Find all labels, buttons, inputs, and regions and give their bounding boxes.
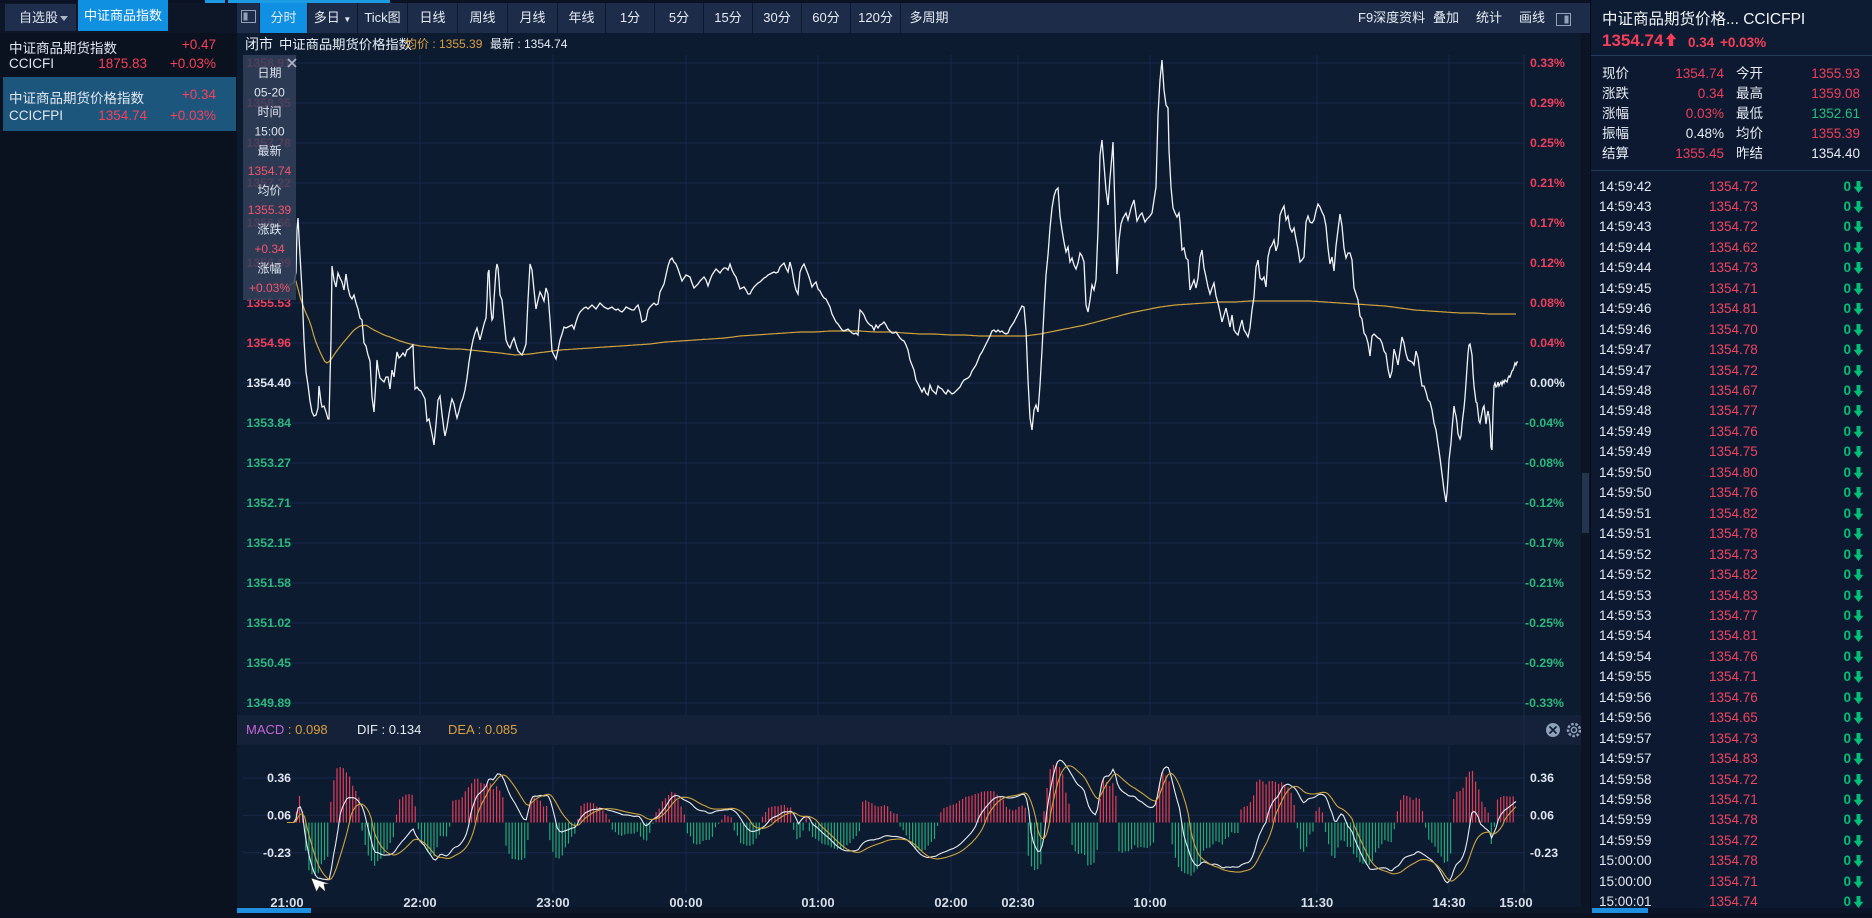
svg-text:0.36: 0.36 bbox=[267, 771, 291, 785]
svg-text:-0.08%: -0.08% bbox=[1525, 456, 1564, 470]
svg-text:0.08%: 0.08% bbox=[1530, 296, 1565, 310]
svg-text:最新: 最新 bbox=[257, 143, 281, 158]
svg-text:最新 : 1354.74: 最新 : 1354.74 bbox=[490, 36, 568, 51]
svg-text:MACD : 0.098: MACD : 0.098 bbox=[246, 722, 328, 737]
svg-text:日期: 日期 bbox=[257, 66, 281, 80]
svg-text:1355.39: 1355.39 bbox=[248, 203, 292, 217]
svg-text:0.36: 0.36 bbox=[1530, 771, 1554, 785]
svg-text:1350.45: 1350.45 bbox=[247, 656, 292, 670]
svg-text:-0.17%: -0.17% bbox=[1525, 536, 1564, 550]
svg-text:0.25%: 0.25% bbox=[1530, 136, 1565, 150]
svg-text:0.12%: 0.12% bbox=[1530, 256, 1565, 270]
svg-text:-0.21%: -0.21% bbox=[1525, 576, 1564, 590]
svg-text:+0.03%: +0.03% bbox=[249, 281, 290, 295]
svg-text:1354.40: 1354.40 bbox=[247, 376, 292, 390]
svg-text:1354.96: 1354.96 bbox=[247, 336, 292, 350]
svg-text:-0.25%: -0.25% bbox=[1525, 616, 1564, 630]
svg-text:0.00%: 0.00% bbox=[1530, 376, 1565, 390]
svg-text:均价: 均价 bbox=[257, 183, 281, 197]
svg-text:+0.34: +0.34 bbox=[254, 242, 285, 256]
svg-text:0.29%: 0.29% bbox=[1530, 96, 1565, 110]
svg-text:1349.89: 1349.89 bbox=[247, 696, 292, 710]
svg-text:时间: 时间 bbox=[257, 105, 281, 119]
svg-text:0.06: 0.06 bbox=[1530, 808, 1554, 822]
svg-text:-0.04%: -0.04% bbox=[1525, 416, 1564, 430]
svg-text:-0.12%: -0.12% bbox=[1525, 496, 1564, 510]
svg-text:DIF : 0.134: DIF : 0.134 bbox=[357, 722, 421, 737]
svg-text:涨跌: 涨跌 bbox=[257, 221, 281, 236]
svg-text:0.06: 0.06 bbox=[267, 808, 291, 822]
svg-text:-0.29%: -0.29% bbox=[1525, 656, 1564, 670]
svg-text:DEA : 0.085: DEA : 0.085 bbox=[448, 722, 517, 737]
svg-text:1351.02: 1351.02 bbox=[247, 616, 292, 630]
svg-text:0.17%: 0.17% bbox=[1530, 216, 1565, 230]
svg-text:1353.84: 1353.84 bbox=[247, 416, 292, 430]
svg-text:0.04%: 0.04% bbox=[1530, 336, 1565, 350]
svg-text:1351.58: 1351.58 bbox=[247, 576, 292, 590]
svg-text:1353.27: 1353.27 bbox=[247, 456, 292, 470]
svg-text:1352.15: 1352.15 bbox=[247, 536, 292, 550]
svg-text:均价 : 1355.39: 均价 : 1355.39 bbox=[405, 37, 483, 51]
svg-text:-0.23: -0.23 bbox=[263, 846, 291, 860]
svg-text:0.33%: 0.33% bbox=[1530, 56, 1565, 70]
svg-text:涨幅: 涨幅 bbox=[257, 261, 281, 276]
svg-text:1354.74: 1354.74 bbox=[248, 164, 292, 178]
svg-text:05-20: 05-20 bbox=[254, 86, 285, 100]
svg-text:0.21%: 0.21% bbox=[1530, 176, 1565, 190]
svg-text:1352.71: 1352.71 bbox=[247, 496, 292, 510]
svg-text:15:00: 15:00 bbox=[254, 125, 284, 139]
svg-text:中证商品期货价格指数: 中证商品期货价格指数 bbox=[279, 36, 412, 52]
svg-text:-0.33%: -0.33% bbox=[1525, 696, 1564, 710]
svg-text:闭市: 闭市 bbox=[245, 36, 273, 52]
svg-text:-0.23: -0.23 bbox=[1530, 846, 1558, 860]
